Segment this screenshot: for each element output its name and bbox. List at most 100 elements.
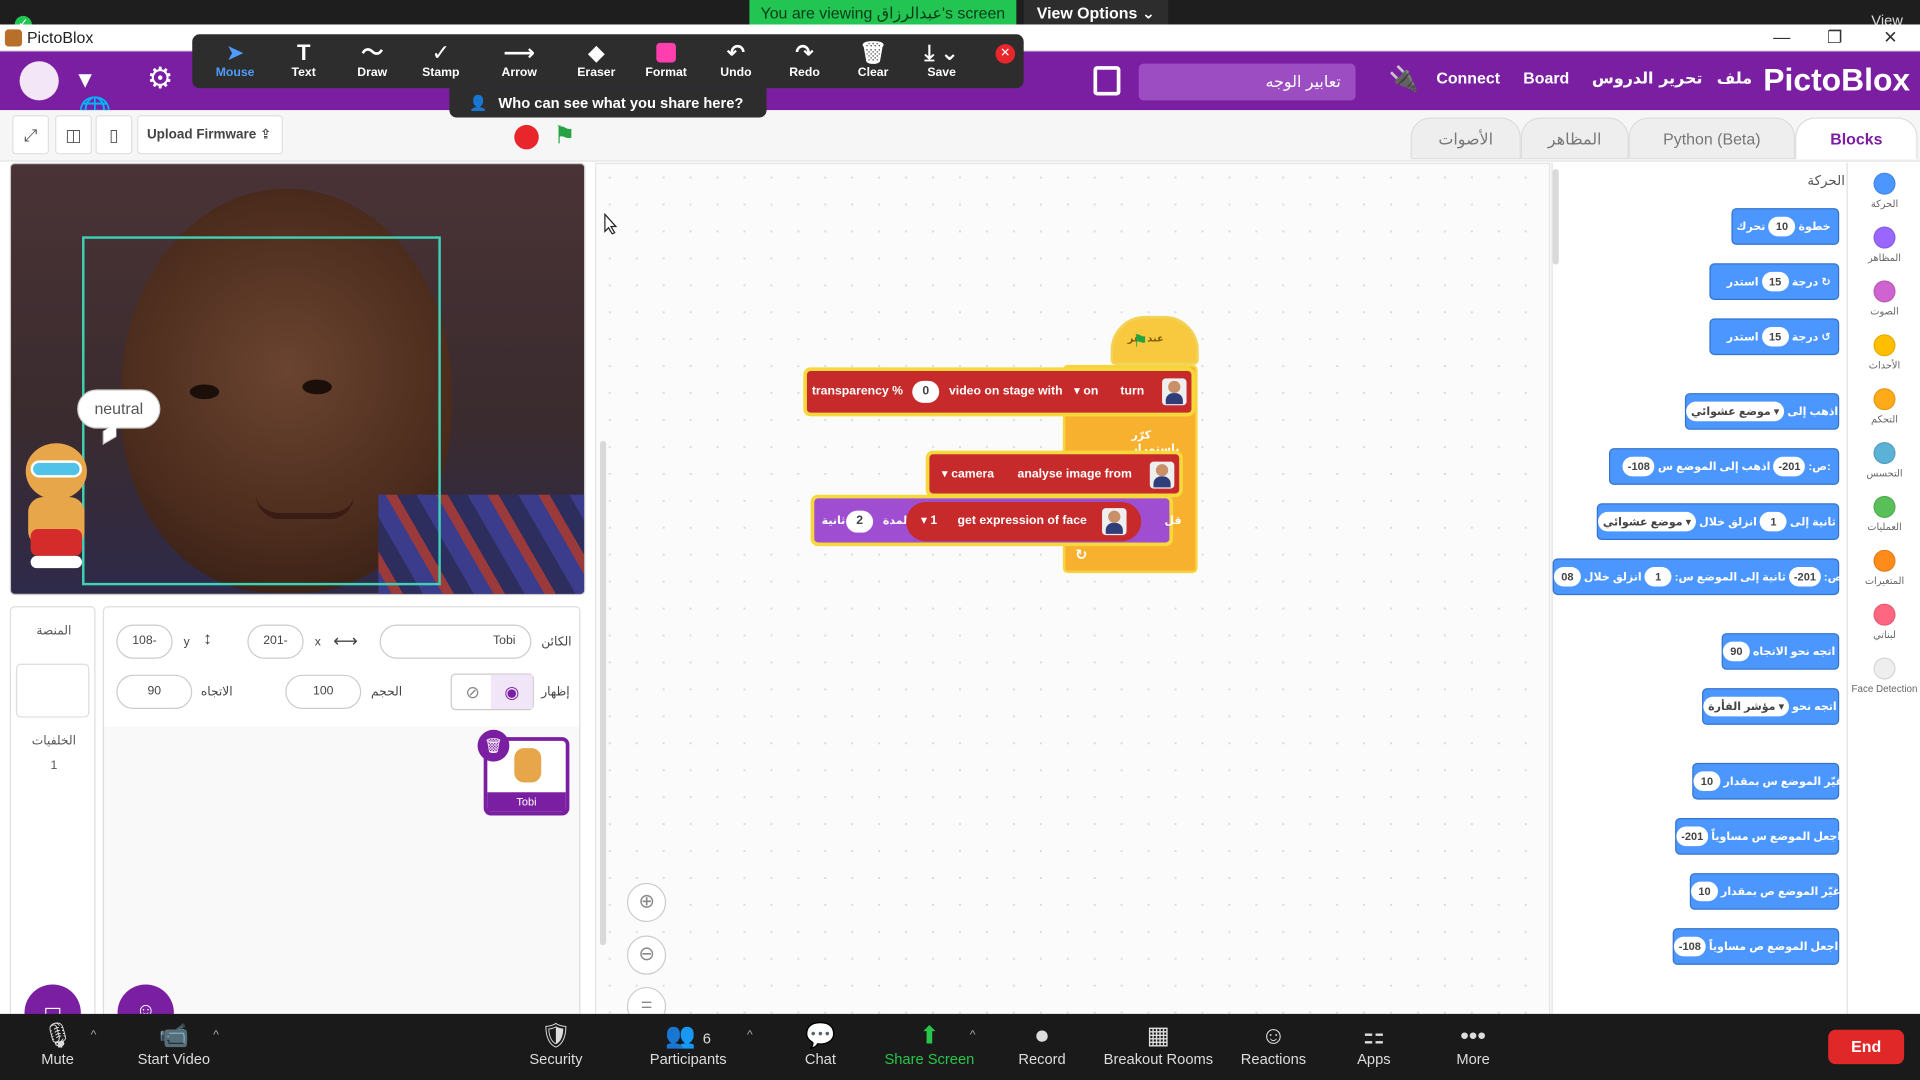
seconds-input[interactable]: 2 — [846, 510, 874, 533]
window-close-button[interactable]: ✕ — [1883, 27, 1897, 48]
end-meeting-button[interactable]: End — [1828, 1029, 1905, 1065]
x-input[interactable]: 201- — [247, 624, 304, 659]
tab-costumes[interactable]: المظاهر — [1520, 117, 1629, 160]
plug-icon[interactable]: 🔌 — [1389, 64, 1419, 95]
palette-block-goto[interactable]: موضع عشوائي ▾ اذهب إلى — [1684, 393, 1840, 430]
zoom-in-icon[interactable]: ⊕ — [626, 882, 667, 923]
annotate-text-button[interactable]: T Text — [271, 39, 337, 79]
menu-lessons[interactable]: الدروس — [1592, 69, 1654, 89]
stage-video[interactable]: neutral — [9, 162, 586, 596]
category-sensing[interactable]: التحسس — [1848, 442, 1920, 479]
minimize-button[interactable]: — — [1773, 27, 1790, 47]
category-variables[interactable]: المتغيرات — [1848, 549, 1920, 587]
analyse-image-block[interactable]: ▾ camera analyse image from — [925, 450, 1183, 498]
annotate-eraser-button[interactable]: ◆ Eraser — [563, 39, 629, 79]
category-my-blocks[interactable]: لبناتي — [1848, 603, 1920, 640]
video-state-dropdown[interactable]: ▾ on — [1074, 384, 1099, 397]
breakout-rooms-button[interactable]: ▦ Breakout Rooms — [1097, 1021, 1219, 1067]
category-events[interactable]: الأحداث — [1848, 334, 1920, 371]
palette-block-glide-xy[interactable]: 08 ص: -201 ثانية إلى الموضع س: 1 انزلق خ… — [1552, 558, 1842, 596]
upload-firmware-button[interactable]: Upload Firmware ⇪ — [137, 115, 283, 155]
palette-block-point-towards[interactable]: مؤشر الفأرة ▾ اتجه نحو — [1702, 688, 1840, 725]
share-options-caret[interactable]: ^ — [970, 1029, 976, 1042]
code-workspace[interactable] — [595, 162, 1551, 1021]
tab-sounds[interactable]: الأصوات — [1410, 117, 1521, 160]
category-control[interactable]: التحكم — [1848, 388, 1920, 425]
palette-block-move[interactable]: خطوة 10 تحرك — [1731, 208, 1840, 245]
share-screen-button[interactable]: ⬆ Share Screen — [879, 1021, 979, 1067]
category-face-detection[interactable]: Face Detection — [1848, 657, 1920, 694]
globe-icon[interactable]: ▾🌐 — [78, 64, 120, 126]
palette-block-turn-right[interactable]: درجة 15 استدر ↻ — [1709, 263, 1840, 301]
avatar[interactable] — [19, 61, 59, 101]
transparency-video-block[interactable]: transparency % 0 video on stage with ▾ o… — [803, 367, 1196, 417]
visibility-toggle[interactable]: ⊘ ◉ — [450, 673, 534, 711]
get-expression-reporter[interactable]: ▾ 1 get expression of face — [906, 502, 1142, 542]
annotate-mouse-button[interactable]: ➤ Mouse — [202, 39, 268, 79]
chat-button[interactable]: 💬 Chat — [796, 1021, 845, 1067]
annotate-clear-button[interactable]: 🗑 Clear — [840, 39, 906, 79]
palette-block-change-x[interactable]: 10 غيّر الموضع س بمقدار — [1692, 762, 1843, 800]
stage-panel[interactable]: المنصة الخلفيات 1 — [9, 606, 96, 1023]
green-flag-icon[interactable]: ⚑ — [553, 120, 580, 149]
category-looks[interactable]: المظاهر — [1848, 226, 1920, 263]
size-input[interactable]: 100 — [285, 674, 362, 709]
gear-icon[interactable]: ⚙ — [147, 61, 173, 97]
when-flag-clicked-block[interactable]: عند نقر ⚑ — [1110, 315, 1199, 365]
save-icon[interactable] — [1093, 66, 1121, 96]
menu-board[interactable]: Board — [1523, 69, 1569, 87]
close-annotation-icon[interactable]: ✕ — [995, 44, 1016, 64]
more-button[interactable]: ••• More — [1447, 1021, 1498, 1067]
annotate-redo-button[interactable]: ↷ Redo — [771, 39, 837, 79]
direction-input[interactable]: 90 — [116, 674, 193, 709]
view-options-button[interactable]: View Options ⌄ — [1023, 0, 1169, 27]
palette-block-set-x[interactable]: -201 اجعل الموضع س مساوياً — [1675, 817, 1841, 855]
category-sound[interactable]: الصوت — [1848, 280, 1920, 317]
eye-hidden-icon[interactable]: ⊘ — [452, 675, 494, 709]
sprite-name-input[interactable]: Tobi — [379, 624, 532, 659]
workspace-scrollbar[interactable] — [600, 440, 607, 946]
layout-normal-stage-icon[interactable]: ▯ — [95, 115, 133, 155]
eye-visible-icon[interactable]: ◉ — [491, 674, 533, 709]
zoom-out-icon[interactable]: ⊖ — [626, 935, 667, 975]
record-button[interactable]: ⏺ Record — [1011, 1021, 1072, 1067]
palette-block-turn-left[interactable]: درجة 15 استدر ↺ — [1709, 318, 1840, 356]
annotate-undo-button[interactable]: ↶ Undo — [703, 39, 769, 79]
palette-block-set-y[interactable]: -108 اجعل الموضع ص مساوياً — [1672, 928, 1840, 965]
who-can-see-link[interactable]: 👤 Who can see what you share here? — [449, 88, 767, 118]
palette-block-point-direction[interactable]: 90 اتجه نحو الاتجاه — [1721, 633, 1840, 670]
tab-blocks[interactable]: Blocks — [1795, 117, 1918, 160]
tab-python[interactable]: Python (Beta) — [1628, 117, 1796, 160]
video-options-caret[interactable]: ^ — [213, 1029, 219, 1042]
project-name-field[interactable]: تعابير الوجه — [1138, 63, 1356, 101]
security-button[interactable]: 🛡 Security — [522, 1021, 591, 1067]
annotate-draw-button[interactable]: 〜 Draw — [339, 39, 405, 79]
restore-button[interactable]: ❐ — [1827, 27, 1842, 48]
camera-dropdown[interactable]: ▾ camera — [942, 468, 994, 481]
apps-button[interactable]: ⚏ Apps — [1349, 1021, 1398, 1067]
y-input[interactable]: 108- — [116, 624, 173, 659]
start-video-button[interactable]: 📹 Start Video — [130, 1021, 218, 1067]
fullscreen-icon[interactable]: ⤢ — [12, 115, 49, 155]
face-index-dropdown[interactable]: ▾ 1 — [921, 514, 937, 527]
participants-button[interactable]: 👥 6 Participants — [644, 1021, 732, 1067]
palette-block-goto-xy[interactable]: -108 ص: -201 اذهب إلى الموضع س: — [1608, 448, 1840, 485]
palette-scrollbar[interactable] — [1552, 168, 1559, 265]
trash-icon[interactable]: 🗑 — [477, 729, 510, 762]
palette-block-glide-random[interactable]: موضع عشوائي ▾ ثانية إلى 1 انزلق خلال — [1596, 503, 1840, 541]
audio-options-caret[interactable]: ^ — [91, 1029, 97, 1042]
menu-connect[interactable]: Connect — [1436, 69, 1500, 87]
reactions-button[interactable]: ☺ Reactions — [1237, 1021, 1310, 1067]
mute-button[interactable]: 🎙 Mute — [27, 1021, 88, 1067]
participants-caret[interactable]: ^ — [747, 1029, 753, 1042]
palette-block-change-y[interactable]: 10 غيّر الموضع ص بمقدار — [1689, 873, 1840, 910]
category-motion[interactable]: الحركة — [1848, 172, 1920, 209]
menu-edit[interactable]: تحرير — [1659, 69, 1702, 89]
annotate-arrow-button[interactable]: ⟶ Arrow — [486, 39, 552, 79]
annotate-save-button[interactable]: ⤓ ⌄ Save — [909, 39, 975, 79]
stop-button[interactable] — [514, 124, 539, 150]
category-operators[interactable]: العمليات — [1848, 495, 1920, 533]
layout-small-stage-icon[interactable]: ◫ — [55, 115, 92, 155]
tobi-sprite[interactable] — [16, 443, 97, 575]
annotate-format-button[interactable]: Format — [633, 39, 699, 80]
